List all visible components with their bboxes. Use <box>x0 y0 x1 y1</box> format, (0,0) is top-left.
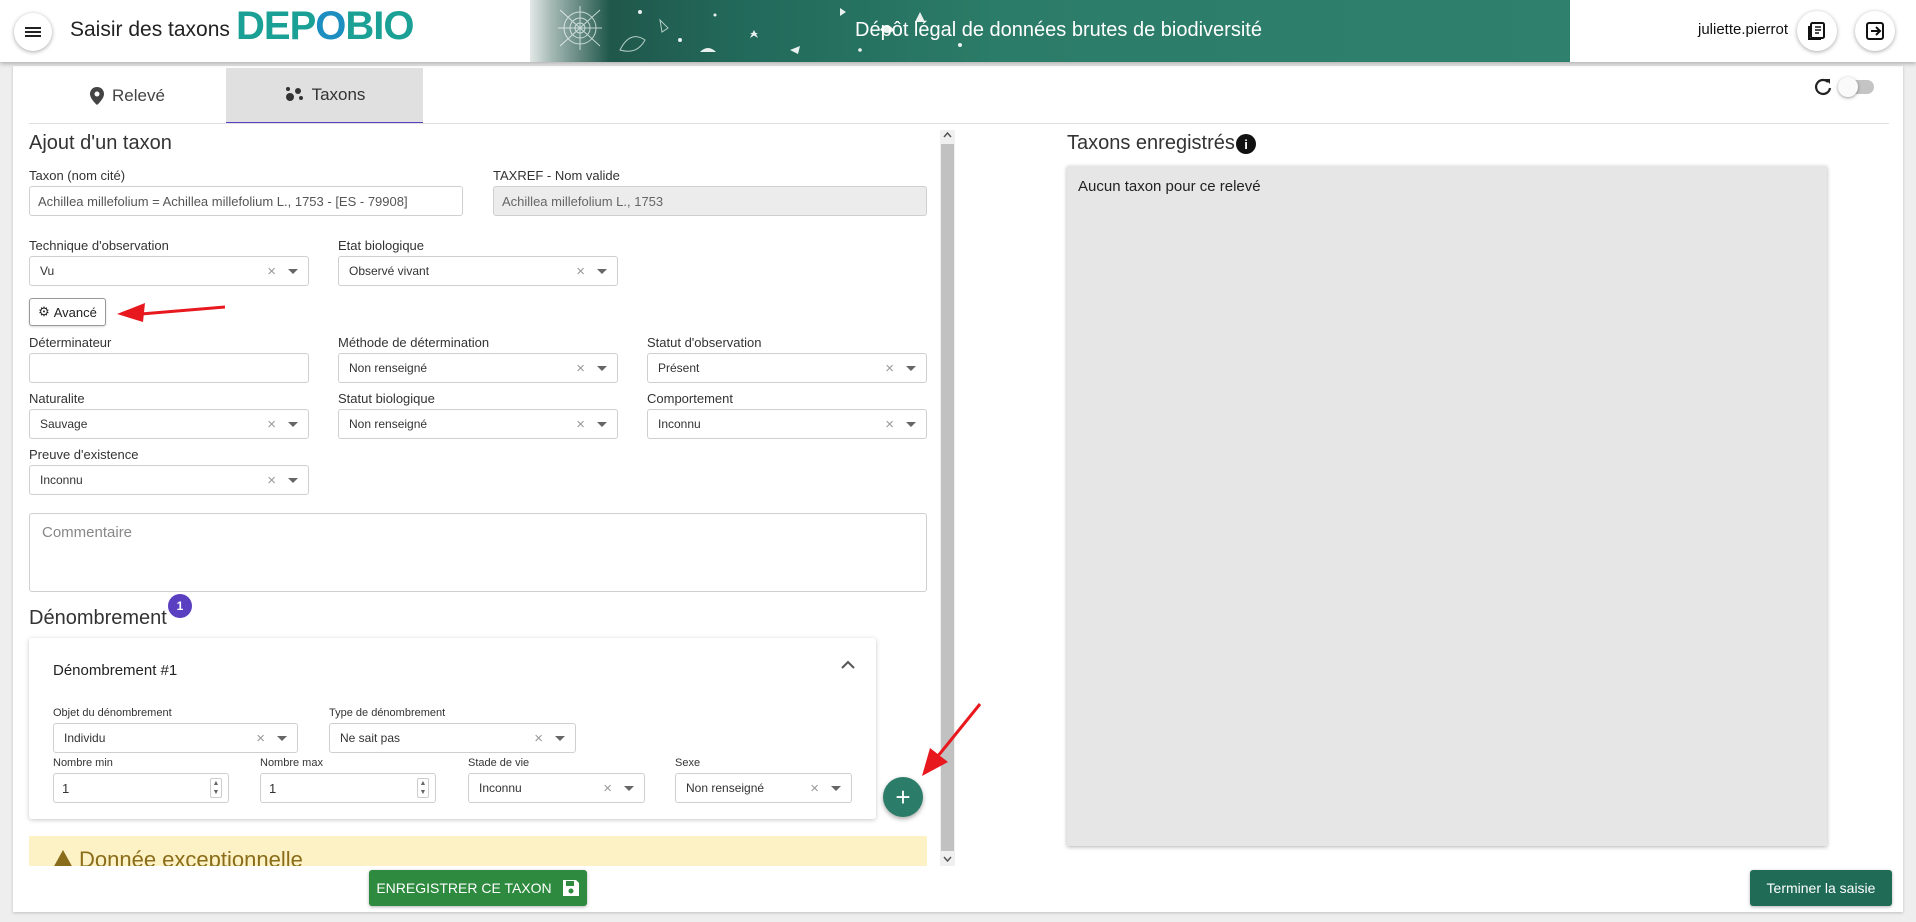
type-label: Type de dénombrement <box>329 707 446 719</box>
sexe-select[interactable]: Non renseigné × <box>675 773 852 803</box>
tabs-divider <box>29 123 1889 124</box>
naturalite-select[interactable]: Sauvage × <box>29 409 309 439</box>
determinateur-label: Déterminateur <box>29 335 112 350</box>
etat-bio-label: Etat biologique <box>338 238 425 253</box>
statut-bio-label: Statut biologique <box>338 391 435 406</box>
objet-select[interactable]: Individu × <box>53 723 298 753</box>
denombrement-card: Dénombrement #1 Objet du dénombrement In… <box>29 638 876 819</box>
map-marker-icon <box>90 87 105 105</box>
technique-label: Technique d'observation <box>29 238 169 253</box>
nombre-min-label: Nombre min <box>53 757 113 769</box>
tab-releve[interactable]: Relevé <box>29 68 226 124</box>
denombrement-count-badge: 1 <box>168 594 192 618</box>
statut-obs-select[interactable]: Présent × <box>647 353 927 383</box>
logout-icon[interactable] <box>1855 11 1895 51</box>
depobio-logo: DEPOBIO <box>236 4 414 48</box>
info-icon[interactable]: i <box>1236 134 1256 154</box>
tab-bar: Relevé Taxons <box>29 68 423 124</box>
taxref-input: Achillea millefolium L., 1753 <box>493 186 927 216</box>
add-denombrement-button[interactable]: + <box>883 777 923 817</box>
stepper-icon[interactable]: ▲ ▼ <box>210 778 222 798</box>
denombrement-card-title: Dénombrement #1 <box>53 662 178 679</box>
floppy-disk-icon <box>562 880 579 896</box>
menu-icon[interactable] <box>14 13 52 51</box>
chevron-up-icon[interactable] <box>841 660 855 670</box>
app-title: Saisir des taxons <box>70 18 230 41</box>
stepper-icon[interactable]: ▲ ▼ <box>417 778 429 798</box>
nombre-min-input[interactable]: 1 ▲ ▼ <box>53 773 229 803</box>
form-scrollbar[interactable] <box>940 130 955 866</box>
plus-icon: + <box>895 781 911 812</box>
book-icon[interactable] <box>1797 11 1837 51</box>
taxon-label: Taxon (nom cité) <box>29 168 126 183</box>
preuve-select[interactable]: Inconnu × <box>29 465 309 495</box>
scroll-up-icon[interactable] <box>943 132 952 138</box>
stade-label: Stade de vie <box>468 757 530 769</box>
save-taxon-label: ENREGISTRER CE TAXON <box>376 880 552 896</box>
banner-title: Dépôt légal de données brutes de biodive… <box>855 19 1262 41</box>
tab-taxons-label: Taxons <box>311 85 366 104</box>
type-select[interactable]: Ne sait pas × <box>329 723 576 753</box>
refresh-icon[interactable] <box>1813 77 1833 97</box>
methode-det-label: Méthode de détermination <box>338 335 490 350</box>
empty-taxa-text: Aucun taxon pour ce relevé <box>1078 178 1261 195</box>
stade-select[interactable]: Inconnu × <box>468 773 645 803</box>
banner-fade <box>520 0 610 62</box>
main-card: Relevé Taxons Ajout d'un taxon Taxon (no… <box>13 66 1903 912</box>
commentaire-textarea[interactable]: Commentaire <box>29 513 927 592</box>
technique-select[interactable]: Vu × <box>29 256 309 286</box>
taxon-input[interactable]: Achillea millefolium = Achillea millefol… <box>29 186 463 216</box>
taxref-label: TAXREF - Nom valide <box>493 168 620 183</box>
gear-icon: ⚙ <box>38 304 50 319</box>
top-app-bar: Saisir des taxons DEPOBIO Dépôt légal de… <box>0 0 1916 62</box>
naturalite-label: Naturalite <box>29 391 85 406</box>
statut-bio-select[interactable]: Non renseigné × <box>338 409 618 439</box>
preuve-label: Preuve d'existence <box>29 447 139 462</box>
tab-taxons[interactable]: Taxons <box>226 68 423 124</box>
scroll-down-icon[interactable] <box>943 856 952 862</box>
nombre-max-input[interactable]: 1 ▲ ▼ <box>260 773 436 803</box>
comportement-label: Comportement <box>647 391 733 406</box>
scrollbar-thumb[interactable] <box>941 144 954 851</box>
sexe-label: Sexe <box>675 757 701 769</box>
etat-bio-select[interactable]: Observé vivant × <box>338 256 618 286</box>
objet-label: Objet du dénombrement <box>53 707 172 719</box>
finish-button[interactable]: Terminer la saisie <box>1750 870 1892 906</box>
advanced-button[interactable]: ⚙ Avancé <box>29 298 106 326</box>
warning-text: Donnée exceptionnelle <box>79 847 303 866</box>
advanced-button-label: Avancé <box>53 304 97 320</box>
saved-taxa-list: Aucun taxon pour ce relevé <box>1067 166 1827 846</box>
username: juliette.pierrot <box>1698 21 1789 38</box>
warning-banner: Donnée exceptionnelle <box>29 836 927 866</box>
statut-obs-label: Statut d'observation <box>647 335 762 350</box>
form-title: Ajout d'un taxon <box>29 132 172 154</box>
denombrement-title: Dénombrement <box>29 607 167 629</box>
comportement-select[interactable]: Inconnu × <box>647 409 927 439</box>
paw-icon <box>285 87 303 101</box>
nombre-max-label: Nombre max <box>260 757 323 769</box>
warning-icon <box>54 850 72 866</box>
methode-det-select[interactable]: Non renseigné × <box>338 353 618 383</box>
saved-taxa-title: Taxons enregistrés <box>1067 132 1235 154</box>
toggle-switch[interactable] <box>1838 77 1874 97</box>
tab-releve-label: Relevé <box>112 86 165 105</box>
save-taxon-button[interactable]: ENREGISTRER CE TAXON <box>369 870 587 906</box>
determinateur-input[interactable] <box>29 353 309 383</box>
